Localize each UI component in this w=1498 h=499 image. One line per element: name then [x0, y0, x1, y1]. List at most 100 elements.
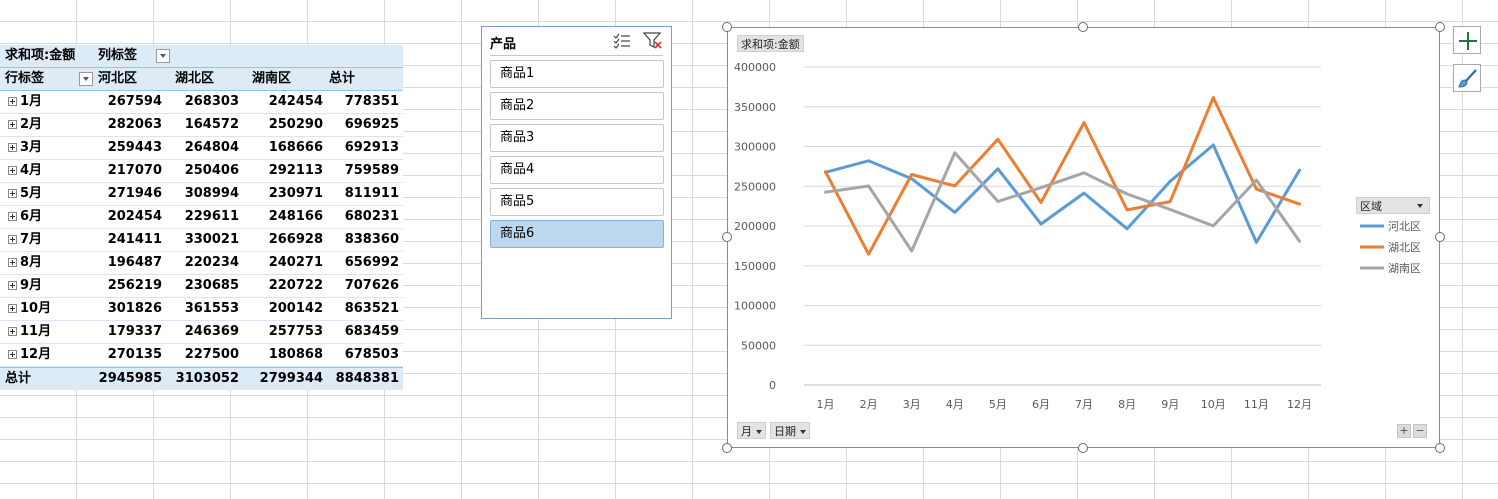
column-filter-dropdown-icon[interactable] [156, 49, 170, 63]
pivot-cell: 227500 [184, 347, 239, 362]
pivot-cell: 259443 [107, 140, 162, 155]
total-cell: 3103052 [175, 371, 239, 386]
resize-handle-top-right[interactable] [1435, 22, 1445, 32]
pivot-total-row: 总计 2945985 3103052 2799344 8848381 [0, 367, 403, 390]
pivot-cell: 683459 [344, 324, 399, 339]
expand-icon[interactable] [8, 327, 17, 336]
legend-field-chip[interactable]: 区域 [1356, 197, 1430, 214]
pivot-cell: 268303 [184, 94, 239, 109]
resize-handle-right[interactable] [1435, 232, 1445, 242]
expand-icon[interactable] [8, 189, 17, 198]
pivot-cell: 246369 [184, 324, 239, 339]
pivot-header-row-2: 行标签 河北区 湖北区 湖南区 总计 [0, 68, 403, 91]
pivot-cell: 282063 [107, 117, 162, 132]
x-tick-label: 6月 [1032, 398, 1050, 411]
row-label: 9月 [20, 278, 43, 293]
axis-field-chip-month[interactable]: 月 [737, 422, 766, 439]
pivot-cell: 217070 [107, 163, 162, 178]
collapse-field-button[interactable]: − [1413, 424, 1427, 438]
pivot-cell: 230971 [268, 186, 323, 201]
expand-icon[interactable] [8, 304, 17, 313]
expand-icon[interactable] [8, 235, 17, 244]
pivot-cell: 196487 [107, 255, 162, 270]
row-label: 6月 [20, 209, 43, 224]
pivot-cell: 678503 [344, 347, 399, 362]
resize-handle-bottom-right[interactable] [1435, 443, 1445, 453]
row-label: 3月 [20, 140, 43, 155]
x-tick-label: 3月 [903, 398, 921, 411]
pivot-header-row-1: 求和项:金额 列标签 [0, 45, 403, 68]
y-tick-label: 100000 [734, 300, 776, 313]
row-label: 12月 [20, 347, 52, 362]
x-tick-label: 7月 [1075, 398, 1093, 411]
pivot-chart[interactable]: 0 50000 100000 150000 200000 250000 300000 3500… [727, 27, 1440, 448]
y-tick-label: 200000 [734, 220, 776, 233]
value-field-chip[interactable]: 求和项:金额 [737, 35, 804, 52]
slicer-item[interactable]: 商品3 [490, 124, 664, 152]
x-tick-label: 4月 [946, 398, 964, 411]
x-tick-label: 11月 [1244, 398, 1269, 411]
slicer-item[interactable]: 商品2 [490, 92, 664, 120]
pivot-cell: 257753 [268, 324, 323, 339]
y-tick-label: 300000 [734, 141, 776, 154]
pivot-cell: 229611 [184, 209, 239, 224]
pivot-cell: 242454 [268, 94, 323, 109]
plus-icon [1459, 32, 1477, 50]
resize-handle-top[interactable] [1078, 22, 1088, 32]
multi-select-icon[interactable] [613, 33, 631, 49]
pivot-cell: 680231 [344, 209, 399, 224]
pivot-row: 12月 270135 227500 180868 678503 [0, 344, 403, 367]
expand-icon[interactable] [8, 143, 17, 152]
expand-icon[interactable] [8, 166, 17, 175]
x-tick-label: 8月 [1118, 398, 1136, 411]
pivot-cell: 168666 [268, 140, 323, 155]
slicer-item[interactable]: 商品5 [490, 188, 664, 216]
x-tick-label: 1月 [817, 398, 835, 411]
y-tick-label: 50000 [741, 339, 776, 352]
pivot-cell: 696925 [344, 117, 399, 132]
column-header: 湖南区 [252, 71, 292, 86]
row-label: 5月 [20, 186, 43, 201]
total-label: 总计 [5, 371, 32, 386]
chart-styles-button[interactable] [1453, 64, 1481, 92]
expand-icon[interactable] [8, 350, 17, 359]
pivot-row: 7月 241411 330021 266928 838360 [0, 229, 403, 252]
expand-icon[interactable] [8, 281, 17, 290]
pivot-cell: 330021 [184, 232, 239, 247]
legend-label: 湖北区 [1388, 241, 1421, 254]
resize-handle-bottom[interactable] [1078, 443, 1088, 453]
resize-handle-left[interactable] [722, 232, 732, 242]
expand-icon[interactable] [8, 212, 17, 221]
pivot-table: 求和项:金额 列标签 行标签 河北区 湖北区 湖南区 总计 1月 267594 26… [0, 45, 403, 390]
expand-field-button[interactable]: + [1397, 424, 1411, 438]
total-cell: 2945985 [98, 371, 162, 386]
pivot-cell: 220722 [268, 278, 323, 293]
line-chart: 0 50000 100000 150000 200000 250000 300000 3500… [734, 61, 1421, 411]
total-cell: 2799344 [259, 371, 323, 386]
clear-filter-icon[interactable] [643, 32, 663, 50]
resize-handle-top-left[interactable] [722, 22, 732, 32]
total-cell: 8848381 [335, 371, 399, 386]
axis-chip-label: 日期 [774, 425, 796, 438]
value-field-label: 求和项:金额 [5, 48, 76, 63]
resize-handle-bottom-left[interactable] [722, 443, 732, 453]
pivot-cell: 308994 [184, 186, 239, 201]
slicer-item[interactable]: 商品4 [490, 156, 664, 184]
chart-elements-button[interactable] [1453, 26, 1481, 54]
x-tick-label: 5月 [989, 398, 1007, 411]
slicer-title: 产品 [490, 37, 517, 52]
legend-field-chip-label: 区域 [1360, 200, 1382, 213]
pivot-cell: 292113 [268, 163, 323, 178]
chevron-down-icon [1417, 204, 1423, 208]
slicer-item[interactable]: 商品6 [490, 220, 664, 248]
pivot-cell: 863521 [344, 301, 399, 316]
expand-icon[interactable] [8, 120, 17, 129]
expand-icon[interactable] [8, 258, 17, 267]
expand-icon[interactable] [8, 97, 17, 106]
row-filter-dropdown-icon[interactable] [79, 72, 93, 86]
pivot-cell: 180868 [268, 347, 323, 362]
slicer-item[interactable]: 商品1 [490, 60, 664, 88]
pivot-cell: 266928 [268, 232, 323, 247]
product-slicer: 产品 商品1 商品2 商品3 商品4 商品5 商品6 [481, 26, 672, 319]
axis-field-chip-date[interactable]: 日期 [770, 422, 810, 439]
